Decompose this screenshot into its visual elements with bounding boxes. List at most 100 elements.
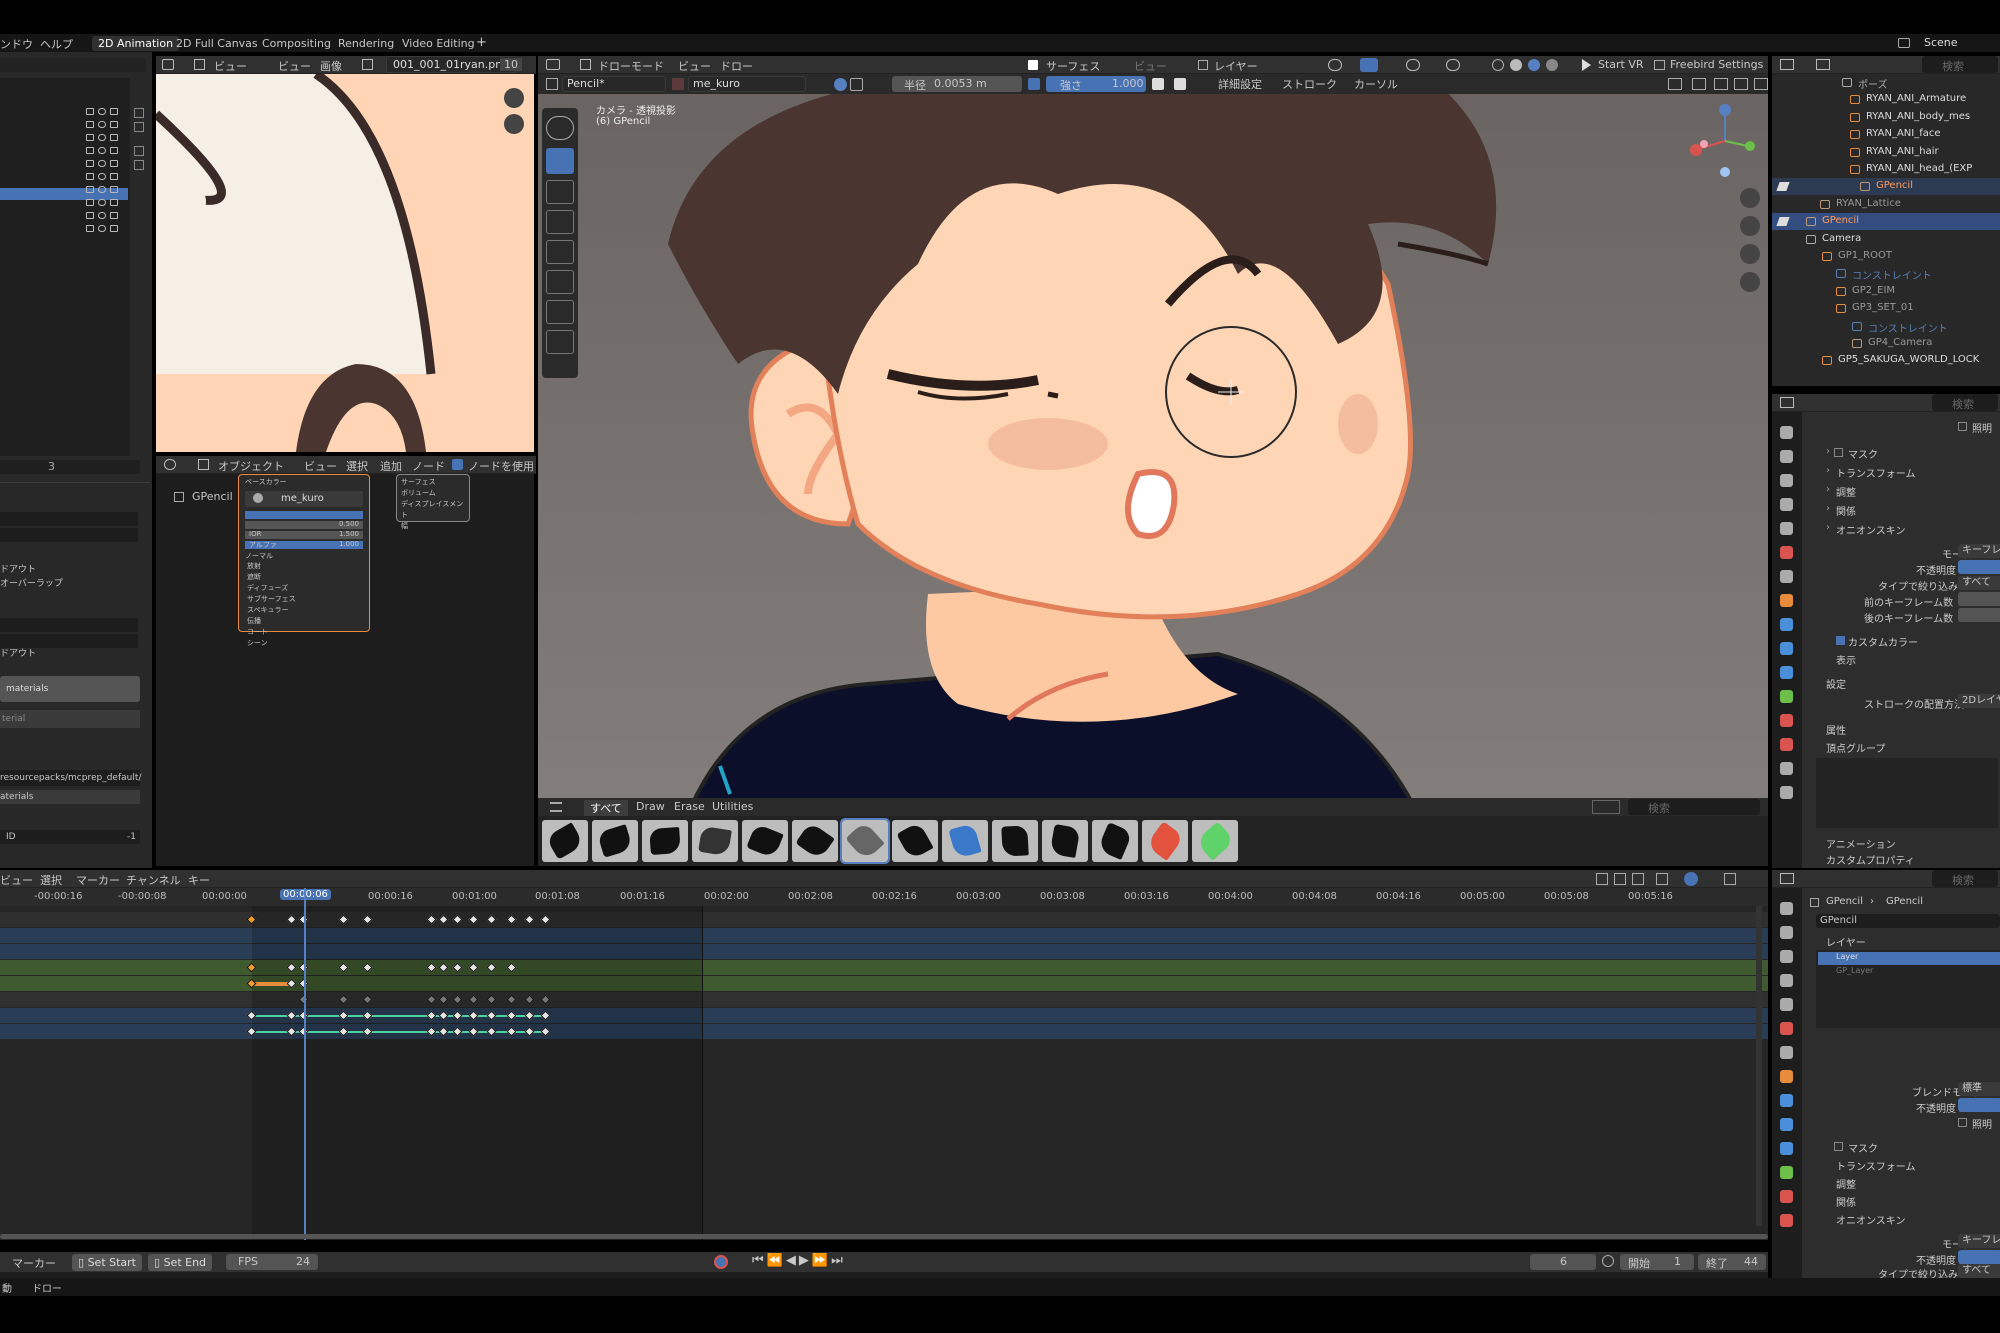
record-icon[interactable] <box>714 1255 728 1269</box>
property-tab-icon[interactable] <box>1780 666 1793 679</box>
id-field[interactable]: ID -1 <box>0 830 140 844</box>
custom-properties-panel-header[interactable]: カスタムプロパティ <box>1826 852 1915 867</box>
dopesheet-area[interactable]: -00:00:16-00:00:0800:00:0000:00:060800:0… <box>0 888 1768 1240</box>
panel-header-lower-1[interactable]: トランスフォーム <box>1836 1158 1916 1173</box>
eye-icon[interactable] <box>98 225 106 232</box>
prev-keyframes-field[interactable] <box>1958 592 2000 606</box>
outliner-row[interactable]: コンストレイント <box>1772 265 2000 282</box>
workspace-tab-2d-animation[interactable]: 2D Animation <box>92 36 180 51</box>
eye-icon[interactable] <box>98 121 106 128</box>
shelf-tab-utilities[interactable]: Utilities <box>712 800 753 813</box>
outliner-row[interactable]: GP2_EIM <box>1772 283 2000 300</box>
menu-image[interactable]: 画像 <box>320 58 342 74</box>
vertex-groups-panel-header[interactable]: 頂点グループ <box>1826 740 1885 755</box>
outliner-row[interactable]: GP3_SET_01 <box>1772 300 2000 317</box>
outliner-row[interactable]: RYAN_ANI_head_(EXP <box>1772 161 2000 178</box>
link-icon[interactable] <box>86 199 94 206</box>
radius-field[interactable]: 半径 0.0053 m <box>892 76 1022 92</box>
outliner-row[interactable]: GP5_SAKUGA_WORLD_LOCK <box>1772 352 2000 369</box>
panel-header-lower-0[interactable]: マスク <box>1848 1140 1878 1155</box>
properties-search-input[interactable]: 検索 <box>1932 394 1998 411</box>
menu-node-add[interactable]: 追加 <box>380 458 402 474</box>
property-tab-icon[interactable] <box>1780 1190 1793 1203</box>
property-tab-icon[interactable] <box>1780 1166 1793 1179</box>
layer-dropdown[interactable]: レイヤー <box>1214 58 1258 74</box>
filter-icon-2[interactable] <box>1614 873 1626 885</box>
principled-bsdf-node[interactable]: me_kuro ベースカラー 0.500 IOR 1.500 アルファ 1.000 … <box>238 474 370 647</box>
xray-icon[interactable] <box>1446 59 1460 71</box>
eraser-tool-icon[interactable] <box>546 180 574 204</box>
stabilizer-icon[interactable] <box>834 78 847 91</box>
camera-icon[interactable] <box>110 225 118 232</box>
left-search-row[interactable]: 3 <box>0 460 140 474</box>
camera-view-icon[interactable] <box>1740 244 1760 264</box>
property-tab-icon[interactable] <box>1780 642 1793 655</box>
add-workspace-button[interactable]: + <box>476 35 487 50</box>
clock-icon[interactable] <box>1602 1255 1614 1267</box>
panel-header-lower-4[interactable]: オニオンスキン <box>1836 1212 1906 1227</box>
curve-tool-icon[interactable] <box>546 330 574 354</box>
snap-icon-1[interactable] <box>1668 78 1682 90</box>
link-icon[interactable] <box>86 160 94 167</box>
layers-panel-header[interactable]: レイヤー <box>1826 934 1866 949</box>
outliner-row[interactable]: GPencil <box>1772 178 2000 196</box>
menu-help[interactable]: ヘルプ <box>40 36 73 52</box>
eyedropper-tool-icon[interactable] <box>546 300 574 324</box>
funnel-icon[interactable] <box>1656 873 1668 885</box>
mask-checkbox[interactable] <box>1834 1142 1843 1151</box>
workspace-tab-rendering[interactable]: Rendering <box>338 37 394 50</box>
camera-icon[interactable] <box>110 147 118 154</box>
material-slot[interactable]: me_kuro <box>245 491 363 507</box>
menu-node-select[interactable]: 選択 <box>346 458 368 474</box>
strength-field[interactable]: 強さ 1.000 <box>1046 76 1146 92</box>
panel-header-0[interactable]: マスク <box>1848 446 1878 461</box>
eye-icon[interactable] <box>98 134 106 141</box>
brush-preset-3[interactable] <box>642 820 688 862</box>
property-tab-icon[interactable] <box>1780 426 1793 439</box>
menu-viewport-view[interactable]: ビュー <box>678 58 711 74</box>
menu-dopesheet-marker[interactable]: マーカー <box>76 872 120 888</box>
outliner-row[interactable]: RYAN_ANI_body_mes <box>1772 109 2000 126</box>
resource-path-field[interactable]: resourcepacks/mcprep_default/ <box>0 770 141 786</box>
link-icon[interactable] <box>86 186 94 193</box>
shading-material-icon[interactable] <box>1528 59 1540 71</box>
left-field-2[interactable] <box>0 528 138 542</box>
property-tab-icon[interactable] <box>1780 618 1793 631</box>
fill-tool-icon[interactable] <box>546 210 574 234</box>
image-mode-icon[interactable] <box>194 59 205 70</box>
cursor-tool-icon[interactable] <box>546 116 574 140</box>
outliner-row[interactable]: GP4_Camera <box>1772 335 2000 352</box>
property-tab-icon[interactable] <box>1780 926 1793 939</box>
image-canvas[interactable] <box>156 74 534 452</box>
property-tab-icon[interactable] <box>1780 1142 1793 1155</box>
pan-hand-icon[interactable] <box>1740 216 1760 236</box>
snap-icon-5[interactable] <box>1754 78 1768 90</box>
property-tab-icon[interactable] <box>1780 762 1793 775</box>
shelf-tab-erase[interactable]: Erase <box>674 800 705 813</box>
left-field-1[interactable] <box>0 512 138 526</box>
property-tab-icon[interactable] <box>1780 1070 1793 1083</box>
property-tab-icon[interactable] <box>1780 714 1793 727</box>
properties-editor-icon[interactable] <box>1780 397 1794 408</box>
cutter-tool-icon[interactable] <box>546 270 574 294</box>
placement-dropdown[interactable]: サーフェス <box>1046 58 1100 74</box>
overlays-icon[interactable] <box>1406 59 1420 71</box>
eye-icon[interactable] <box>98 212 106 219</box>
brush-preset-9[interactable] <box>942 820 988 862</box>
set-start-button[interactable]: ▯ Set Start <box>72 1254 142 1271</box>
image-name-field[interactable]: 001_001_01ryan.png <box>386 56 517 73</box>
panel-header-lower-2[interactable]: 調整 <box>1836 1176 1856 1191</box>
outliner-row[interactable]: Camera <box>1772 231 2000 248</box>
onion-opacity-slider[interactable] <box>1958 560 2000 574</box>
menu-dopesheet-channel[interactable]: チャンネル <box>126 872 181 888</box>
outliner-row[interactable]: GP1_ROOT <box>1772 248 2000 265</box>
node-slider-alpha[interactable]: アルファ 1.000 <box>245 540 363 549</box>
eye-icon[interactable] <box>98 186 106 193</box>
property-tab-icon[interactable] <box>1780 570 1793 583</box>
brush-preset-4[interactable] <box>692 820 738 862</box>
shelf-search-input[interactable]: 検索 <box>1628 799 1760 815</box>
link-icon[interactable] <box>86 225 94 232</box>
property-tab-icon[interactable] <box>1780 786 1793 799</box>
left-dropdown[interactable] <box>0 58 146 72</box>
current-frame-field[interactable]: 6 <box>1530 1254 1596 1270</box>
